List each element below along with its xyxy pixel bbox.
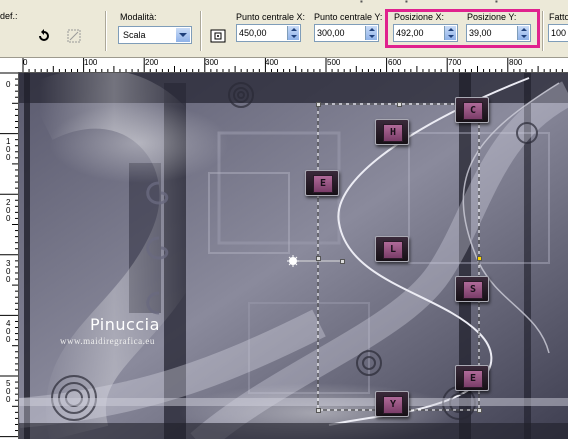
preset-label: def.: (0, 11, 18, 21)
tile-letter: S (463, 281, 483, 299)
ruler-top-label: 600 (388, 58, 402, 67)
watermark-name: Pinuccia (90, 315, 160, 334)
center-x-spinner[interactable] (287, 26, 299, 40)
image-canvas[interactable]: C H E L S E Y Pinuccia www.maidiregrafic… (19, 73, 568, 439)
ruler-left-label: 0 (6, 80, 11, 89)
ruler-top-label: 200 (145, 58, 159, 67)
center-point-icon[interactable] (210, 29, 226, 43)
reset-icon[interactable] (36, 28, 52, 44)
resize-handle[interactable] (316, 256, 321, 261)
chevron-down-icon[interactable] (176, 28, 190, 42)
letter-tile-c[interactable]: C (455, 97, 489, 123)
letter-tile-y[interactable]: Y (375, 391, 409, 417)
resize-handle[interactable] (316, 408, 321, 413)
ruler-top-label: 0 (23, 58, 28, 67)
vertical-ruler: 0 100 200 300 400 500 (0, 72, 19, 439)
ruler-left-label: 500 (6, 379, 11, 404)
resize-handle[interactable] (316, 102, 321, 107)
resize-handle[interactable] (477, 408, 482, 413)
tile-letter: E (313, 175, 333, 193)
scale-label: Fatto (549, 12, 568, 22)
ruler-top-label: 500 (327, 58, 341, 67)
center-y-label: Punto centrale Y: (314, 12, 383, 22)
tile-letter: C (463, 102, 483, 120)
scale-field[interactable] (548, 24, 568, 42)
ruler-top-label: 700 (448, 58, 462, 67)
letter-tile-e[interactable]: E (455, 365, 489, 391)
ruler-left-label: 100 (6, 137, 11, 162)
tile-letter: L (383, 241, 403, 259)
resize-handle[interactable] (397, 102, 402, 107)
watermark-url: www.maidiregrafica.eu (60, 336, 155, 346)
ruler-left-label: 400 (6, 319, 11, 344)
letter-tile-h[interactable]: H (375, 119, 409, 145)
center-x-field[interactable] (236, 24, 301, 42)
rotation-handle[interactable] (340, 259, 345, 264)
center-y-spinner[interactable] (365, 26, 377, 40)
ruler-top-label: 800 (509, 58, 523, 67)
center-y-input[interactable] (317, 26, 355, 40)
ruler-left-label: 200 (6, 198, 11, 223)
tile-letter: E (463, 370, 483, 388)
ruler-left-label: 300 (6, 259, 11, 284)
letter-tile-e[interactable]: E (305, 170, 339, 196)
mode-select[interactable]: Scala (118, 26, 192, 44)
letter-tile-s[interactable]: S (455, 276, 489, 302)
center-x-label: Punto centrale X: (236, 12, 306, 22)
center-x-input[interactable] (239, 26, 277, 40)
ruler-top-label: 400 (265, 58, 279, 67)
ruler-top-label: 100 (84, 58, 98, 67)
scale-input[interactable] (551, 26, 568, 40)
center-y-field[interactable] (314, 24, 379, 42)
letter-tile-l[interactable]: L (375, 236, 409, 262)
position-highlight-box (385, 9, 540, 48)
resize-handle[interactable] (477, 256, 482, 261)
ruler-top-label: 300 (205, 58, 219, 67)
horizontal-ruler: 0 100 200 300 400 500 600 700 800 (0, 58, 568, 73)
presets-icon[interactable] (66, 28, 82, 44)
mode-value: Scala (123, 30, 146, 40)
mode-label: Modalità: (120, 12, 157, 22)
tile-letter: Y (383, 396, 403, 414)
tile-letter: H (383, 124, 403, 142)
